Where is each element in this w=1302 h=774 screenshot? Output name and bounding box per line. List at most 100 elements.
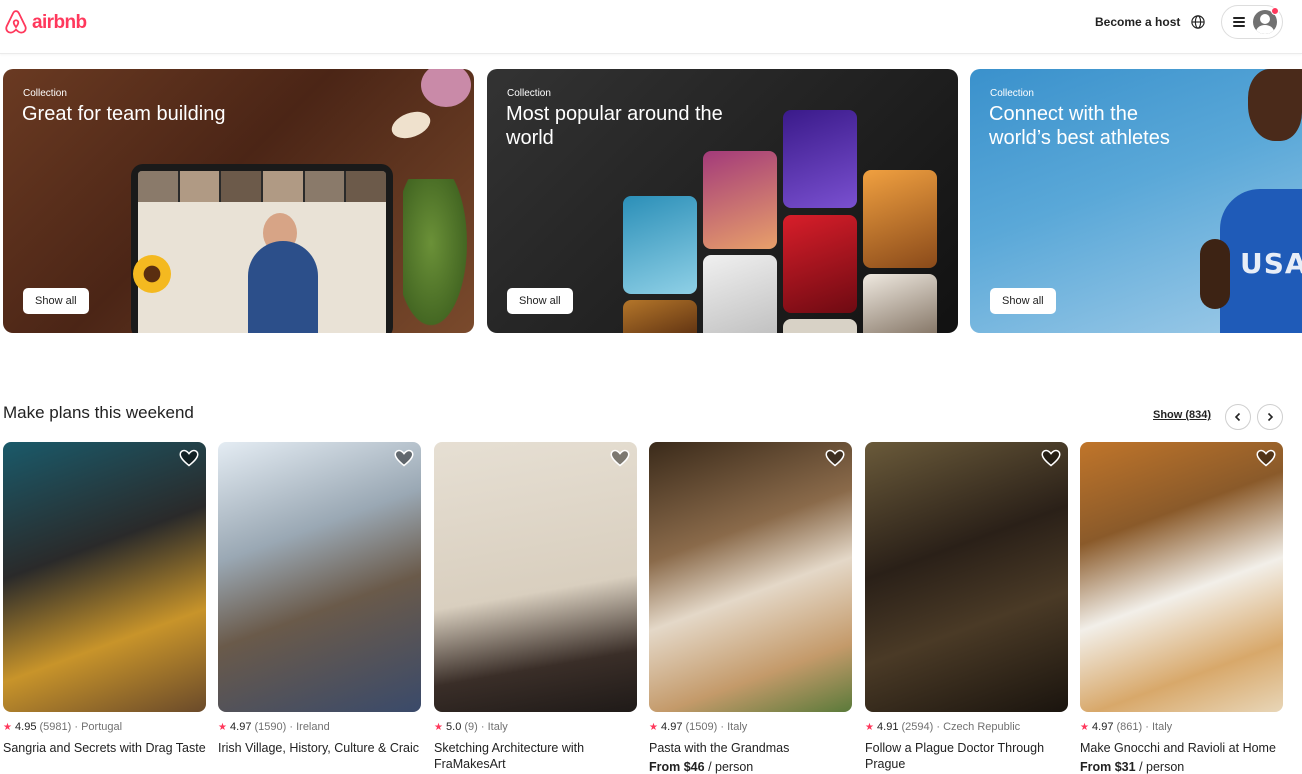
become-host-link[interactable]: Become a host — [1088, 11, 1187, 33]
price-from: From $31 — [1080, 760, 1136, 774]
top-header: airbnb Become a host — [0, 0, 1302, 54]
review-count: (861) — [1116, 721, 1143, 733]
rating: 5.0 — [446, 721, 462, 733]
collection-title: Great for team building — [22, 103, 226, 125]
review-count: (5981) — [39, 721, 72, 733]
card-title: Pasta with the Grandmas — [649, 741, 790, 755]
collection-kicker: Collection — [990, 88, 1034, 99]
star-icon: ★ — [218, 722, 227, 733]
location: Italy — [727, 721, 748, 733]
card-title: Make Gnocchi and Ravioli at Home — [1080, 741, 1276, 755]
menu-icon — [1233, 17, 1245, 27]
star-icon: ★ — [865, 722, 874, 733]
rating: 4.97 — [661, 721, 683, 733]
guitarist-tile — [863, 170, 937, 268]
show-all-experiences-link[interactable]: Show (834) — [1153, 409, 1211, 421]
experience-photo[interactable] — [3, 442, 206, 712]
card-rating-row: ★ 4.97 (861) · Italy — [1080, 721, 1173, 733]
heart-icon — [825, 449, 845, 467]
airbnb-logo[interactable]: airbnb — [3, 9, 87, 36]
rating: 4.97 — [1092, 721, 1114, 733]
chevron-left-icon — [1234, 412, 1241, 422]
collection-title: Connect with the world’s best athletes — [989, 103, 1170, 149]
photo-tile — [623, 300, 697, 333]
swimmer-tile — [623, 196, 697, 294]
heart-icon — [1041, 449, 1061, 467]
experience-photo[interactable] — [649, 442, 852, 712]
location: Italy — [1151, 721, 1173, 733]
rating: 4.91 — [877, 721, 899, 733]
review-count: (1590) — [254, 721, 287, 733]
save-heart-button[interactable] — [825, 449, 845, 467]
card-price: From $31 / person — [1080, 760, 1184, 774]
sunflower-decoration — [133, 255, 171, 293]
heart-icon — [610, 449, 630, 467]
card-rating-row: ★ 4.91 (2594) · Czech Republic — [865, 721, 1021, 733]
onion-decoration — [421, 69, 471, 107]
chevron-right-icon — [1267, 412, 1274, 422]
save-heart-button[interactable] — [610, 449, 630, 467]
carousel-previous-button[interactable] — [1225, 404, 1251, 430]
star-icon: ★ — [649, 722, 658, 733]
photo-tile — [783, 319, 857, 333]
save-heart-button[interactable] — [179, 449, 199, 467]
location: Portugal — [81, 721, 123, 733]
leaves-decoration — [403, 179, 473, 333]
save-heart-button[interactable] — [1041, 449, 1061, 467]
notification-dot — [1271, 7, 1279, 15]
athlete-image — [1200, 69, 1302, 333]
card-price: From $46 / person — [649, 760, 753, 774]
section-title: Make plans this weekend — [3, 403, 194, 422]
location: Ireland — [296, 721, 330, 733]
save-heart-button[interactable] — [1256, 449, 1276, 467]
star-icon: ★ — [434, 722, 443, 733]
show-all-button[interactable]: Show all — [507, 288, 573, 314]
language-button[interactable] — [1186, 10, 1210, 34]
card-title: Sketching Architecture with FraMakesArt — [434, 741, 585, 771]
price-unit: / person — [1135, 760, 1185, 774]
star-icon: ★ — [3, 722, 12, 733]
card-rating-row: ★ 5.0 (9) · Italy — [434, 721, 508, 733]
singer-tile — [783, 110, 857, 208]
card-title: Sangria and Secrets with Drag Taste — [3, 741, 206, 755]
heart-icon — [179, 449, 199, 467]
heart-icon — [1256, 449, 1276, 467]
rating: 4.95 — [15, 721, 37, 733]
review-count: (2594) — [901, 721, 934, 733]
save-heart-button[interactable] — [394, 449, 414, 467]
collection-card-athletes[interactable]: USA Collection Connect with the world’s … — [970, 69, 1302, 333]
card-title: Follow a Plague Doctor Through Prague — [865, 741, 1045, 771]
card-title: Irish Village, History, Culture & Craic — [218, 741, 419, 755]
collection-kicker: Collection — [23, 88, 67, 99]
logo-text: airbnb — [32, 11, 87, 33]
collection-card-most-popular[interactable]: Collection Most popular around the world… — [487, 69, 958, 333]
location: Italy — [487, 721, 508, 733]
carousel-next-button[interactable] — [1257, 404, 1283, 430]
photo-tile — [863, 274, 937, 333]
experience-photo[interactable] — [434, 442, 637, 712]
tablet-image — [131, 164, 393, 333]
show-all-button[interactable]: Show all — [990, 288, 1056, 314]
garlic-decoration — [388, 106, 434, 144]
video-call-image — [138, 171, 386, 333]
globe-icon — [1191, 15, 1205, 29]
show-all-button[interactable]: Show all — [23, 288, 89, 314]
experience-photo[interactable] — [218, 442, 421, 712]
collection-title: Most popular around the world — [506, 103, 723, 149]
collection-kicker: Collection — [507, 88, 551, 99]
card-rating-row: ★ 4.97 (1509) · Italy — [649, 721, 748, 733]
airbnb-logo-icon — [5, 10, 27, 34]
experience-photo[interactable] — [1080, 442, 1283, 712]
experience-photo[interactable] — [865, 442, 1068, 712]
card-rating-row: ★ 4.97 (1590) · Ireland — [218, 721, 330, 733]
collection-card-team-building[interactable]: Collection Great for team building Show … — [3, 69, 474, 333]
review-count: (9) — [464, 721, 478, 733]
card-rating-row: ★ 4.95 (5981) · Portugal — [3, 721, 123, 733]
price-unit: / person — [704, 760, 754, 774]
price-from: From $46 — [649, 760, 705, 774]
review-count: (1509) — [685, 721, 718, 733]
location: Czech Republic — [943, 721, 1021, 733]
performer-tile — [703, 151, 777, 249]
usa-shirt-text: USA — [1240, 247, 1302, 280]
photo-tile — [703, 255, 777, 333]
